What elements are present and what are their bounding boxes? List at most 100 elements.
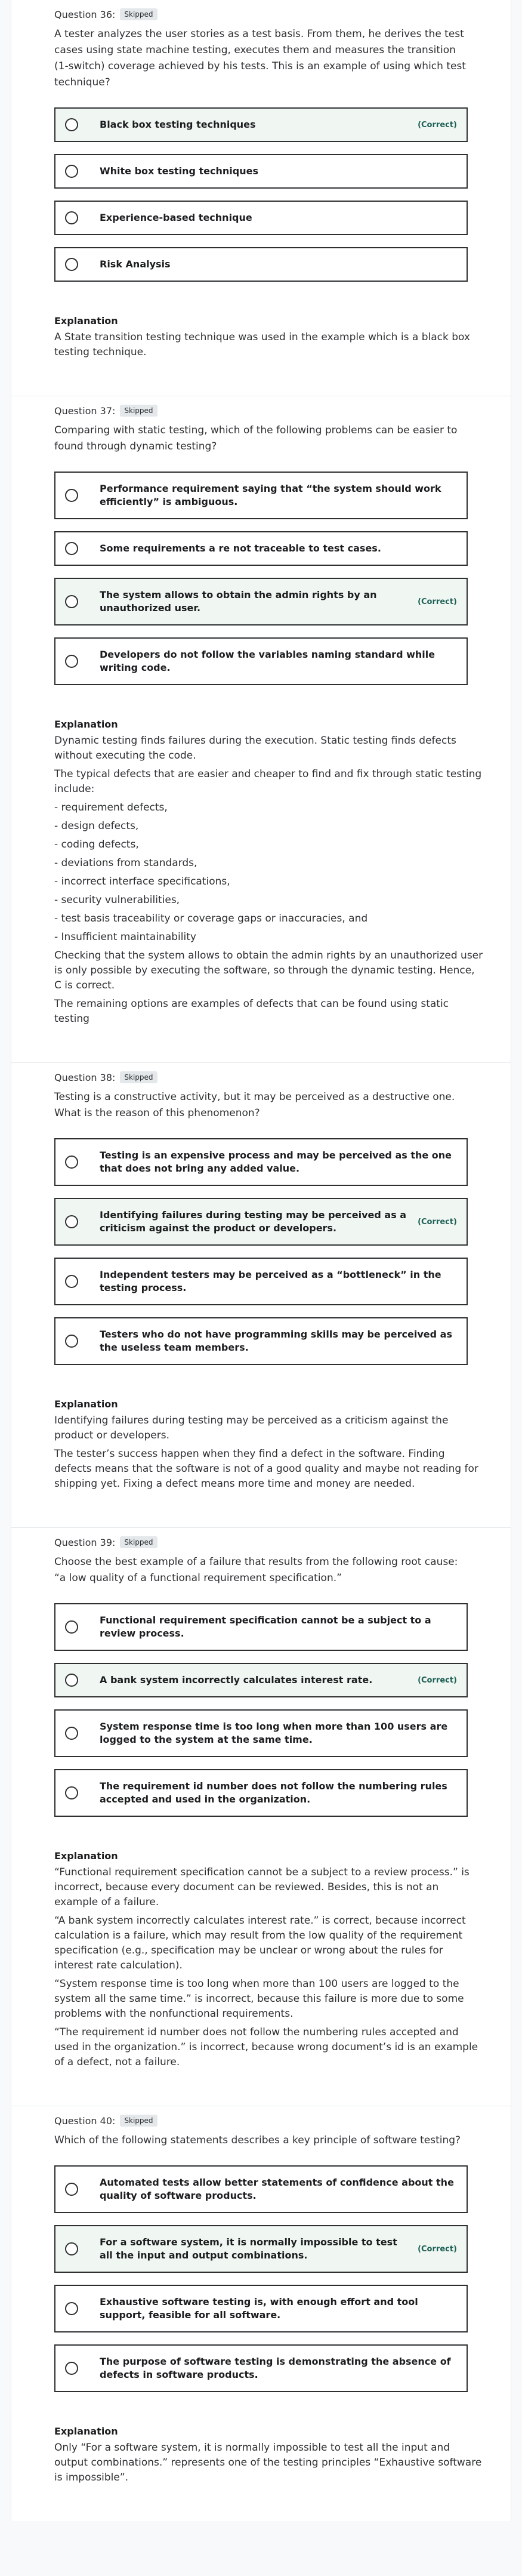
explanation-text: - coding defects, <box>54 839 139 851</box>
explanation-text: A State transition testing technique was… <box>54 331 470 358</box>
answer-option[interactable]: Some requirements a re not traceable to … <box>54 531 468 566</box>
explanation-text: The remaining options are examples of de… <box>54 998 449 1025</box>
question-text: Comparing with static testing, which of … <box>54 424 458 452</box>
answer-label: White box testing techniques <box>100 165 258 177</box>
radio-button[interactable] <box>65 1335 78 1348</box>
correct-tag: (Correct) <box>418 2244 457 2254</box>
answer-option[interactable]: Functional requirement specification can… <box>54 1603 468 1651</box>
radio-button[interactable] <box>65 165 78 178</box>
explanation-text: Identifying failures during testing may … <box>54 1415 449 1441</box>
radio-button[interactable] <box>65 595 78 608</box>
radio-button[interactable] <box>65 1674 78 1687</box>
answer-options: Testing is an expensive process and may … <box>54 1138 468 1365</box>
explanation-text: - Insufficient maintainability <box>54 931 196 943</box>
explanation-text: “A bank system incorrectly calculates in… <box>54 1915 466 1971</box>
answer-label: Developers do not follow the variables n… <box>100 649 435 673</box>
answer-option[interactable]: Identifying failures during testing may … <box>54 1198 468 1246</box>
answer-option[interactable]: The system allows to obtain the admin ri… <box>54 578 468 625</box>
explanation-text: “System response time is too long when m… <box>54 1978 464 2020</box>
answer-label: Exhaustive software testing is, with eno… <box>100 2296 418 2321</box>
explanation-title: Explanation <box>54 315 118 326</box>
radio-button[interactable] <box>65 258 78 271</box>
answer-option[interactable]: A bank system incorrectly calculates int… <box>54 1663 468 1697</box>
radio-button[interactable] <box>65 1155 78 1169</box>
explanation-title: Explanation <box>54 719 118 730</box>
radio-button[interactable] <box>65 655 78 668</box>
question-header: Question 39: Skipped <box>54 1536 468 1548</box>
radio-button[interactable] <box>65 1215 78 1228</box>
correct-tag: (Correct) <box>418 120 457 130</box>
answer-option[interactable]: Independent testers may be perceived as … <box>54 1258 468 1305</box>
skipped-badge: Skipped <box>120 405 157 417</box>
question-number: Question 37: <box>54 405 116 417</box>
answer-option[interactable]: Performance requirement saying that “the… <box>54 472 468 519</box>
explanation-text: - design defects, <box>54 820 139 832</box>
radio-button[interactable] <box>65 489 78 502</box>
explanation-text: The tester’s success happen when they fi… <box>54 1448 478 1490</box>
correct-tag: (Correct) <box>418 1675 457 1685</box>
answer-option[interactable]: Black box testing techniques (Correct) <box>54 107 468 142</box>
question-number: Question 40: <box>54 2115 116 2127</box>
answer-option[interactable]: White box testing techniques <box>54 154 468 189</box>
explanation: Explanation A State transition testing te… <box>54 315 470 360</box>
question-text: Testing is a constructive activity, but … <box>54 1091 455 1119</box>
question-block: Question 37: Skipped Comparing with static… <box>11 396 511 1062</box>
explanation-text: “The requirement id number does not foll… <box>54 2026 478 2068</box>
answer-option[interactable]: For a software system, it is normally im… <box>54 2225 468 2273</box>
question-number: Question 38: <box>54 1071 116 1083</box>
radio-button[interactable] <box>65 2242 78 2255</box>
answer-option[interactable]: The purpose of software testing is demon… <box>54 2344 468 2392</box>
radio-button[interactable] <box>65 2183 78 2196</box>
page: Question 36: Skipped A tester analyzes the… <box>0 0 522 2521</box>
question-header: Question 38: Skipped <box>54 1071 468 1083</box>
explanation: Explanation Identifying failures during t… <box>54 1398 478 1492</box>
question-text: Which of the following statements descri… <box>54 2134 461 2146</box>
radio-button[interactable] <box>65 118 78 131</box>
question-block: Question 39: Skipped Choose the best examp… <box>11 1527 511 2106</box>
answer-option[interactable]: The requirement id number does not follo… <box>54 1769 468 1817</box>
answer-label: Risk Analysis <box>100 258 171 270</box>
explanation-text: - incorrect interface specifications, <box>54 876 230 888</box>
radio-button[interactable] <box>65 2302 78 2315</box>
explanation-text: - deviations from standards, <box>54 857 197 869</box>
explanation-title: Explanation <box>54 1850 118 1862</box>
skipped-badge: Skipped <box>120 8 157 20</box>
radio-button[interactable] <box>65 1727 78 1740</box>
correct-tag: (Correct) <box>418 1217 457 1227</box>
question-header: Question 36: Skipped <box>54 8 468 20</box>
radio-button[interactable] <box>65 542 78 555</box>
answer-label: System response time is too long when mo… <box>100 1721 448 1745</box>
answer-option[interactable]: Testing is an expensive process and may … <box>54 1138 468 1186</box>
question-text: A tester analyzes the user stories as a … <box>54 28 466 88</box>
answer-label: Some requirements a re not traceable to … <box>100 543 381 554</box>
radio-button[interactable] <box>65 1786 78 1799</box>
answer-options: Automated tests allow better statements … <box>54 2165 468 2392</box>
answer-option[interactable]: Exhaustive software testing is, with eno… <box>54 2285 468 2332</box>
answer-options: Functional requirement specification can… <box>54 1603 468 1817</box>
answer-label: Testing is an expensive process and may … <box>100 1150 452 1174</box>
answer-options: Black box testing techniques (Correct) Whi… <box>54 107 468 282</box>
correct-tag: (Correct) <box>418 597 457 606</box>
skipped-badge: Skipped <box>120 1536 157 1548</box>
explanation-text: - requirement defects, <box>54 802 168 814</box>
question-number: Question 36: <box>54 8 116 20</box>
explanation: Explanation Dynamic testing finds failure… <box>54 719 483 1027</box>
answer-option[interactable]: System response time is too long when mo… <box>54 1709 468 1757</box>
answer-option[interactable]: Risk Analysis <box>54 247 468 282</box>
radio-button[interactable] <box>65 1275 78 1288</box>
answer-option[interactable]: Testers who do not have programming skil… <box>54 1317 468 1365</box>
answer-option[interactable]: Developers do not follow the variables n… <box>54 637 468 685</box>
answer-label: A bank system incorrectly calculates int… <box>100 1674 373 1686</box>
answer-option[interactable]: Experience-based technique <box>54 201 468 235</box>
answer-label: Testers who do not have programming skil… <box>100 1329 452 1353</box>
answer-option[interactable]: Automated tests allow better statements … <box>54 2165 468 2213</box>
radio-button[interactable] <box>65 1620 78 1634</box>
question-block: Question 40: Skipped Which of the followin… <box>11 2106 511 2521</box>
explanation-title: Explanation <box>54 2426 118 2437</box>
answer-label: The requirement id number does not follo… <box>100 1780 447 1805</box>
radio-button[interactable] <box>65 2362 78 2375</box>
question-header: Question 40: Skipped <box>54 2115 468 2127</box>
skipped-badge: Skipped <box>120 2115 157 2127</box>
radio-button[interactable] <box>65 211 78 224</box>
explanation-text: Checking that the system allows to obtai… <box>54 950 483 991</box>
